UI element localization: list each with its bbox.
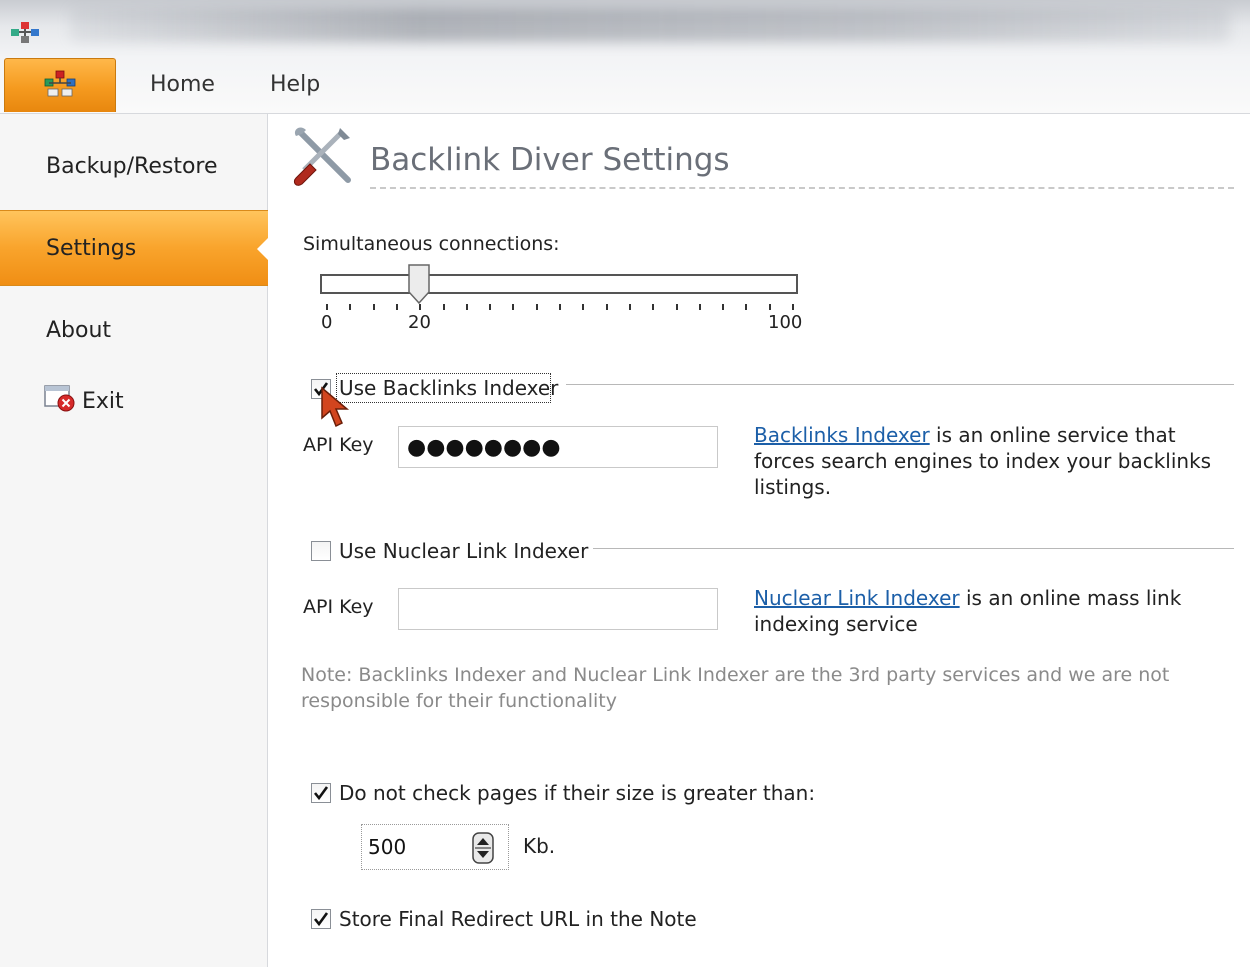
sidebar: Backup/Restore Settings About Exit bbox=[0, 114, 269, 967]
slider-tick bbox=[466, 304, 468, 310]
store-redirect-checkbox[interactable] bbox=[311, 909, 331, 929]
slider-max-label: 100 bbox=[768, 312, 803, 333]
exit-label: Exit bbox=[82, 388, 124, 414]
check-icon bbox=[313, 786, 329, 801]
slider-tick bbox=[652, 304, 654, 310]
nuclear-indexer-info: Nuclear Link Indexer is an online mass l… bbox=[754, 585, 1194, 637]
tools-icon bbox=[290, 126, 354, 192]
title-divider bbox=[370, 187, 1234, 189]
size-limit-spinbox[interactable]: 500 bbox=[361, 824, 509, 870]
page-title: Backlink Diver Settings bbox=[370, 142, 730, 178]
slider-tick bbox=[396, 304, 398, 310]
slider-tick bbox=[745, 304, 747, 310]
slider-value-label: 20 bbox=[408, 312, 431, 333]
network-nodes-icon bbox=[8, 20, 42, 52]
sidebar-item-backup-restore[interactable]: Backup/Restore bbox=[0, 128, 268, 204]
slider-tick bbox=[489, 304, 491, 310]
tab-help[interactable]: Help bbox=[270, 72, 320, 97]
slider-tick bbox=[629, 304, 631, 310]
sidebar-item-label: Backup/Restore bbox=[46, 153, 218, 179]
backlinks-indexer-link[interactable]: Backlinks Indexer bbox=[754, 423, 930, 447]
slider-min-label: 0 bbox=[321, 312, 333, 333]
slider-tick bbox=[419, 304, 421, 310]
title-bar bbox=[0, 0, 1250, 58]
settings-panel: Backlink Diver Settings Simultaneous con… bbox=[268, 114, 1250, 967]
backlinks-indexer-label[interactable]: Use Backlinks Indexer bbox=[339, 376, 558, 400]
sidebar-item-label: About bbox=[46, 317, 112, 343]
slider-tick bbox=[536, 304, 538, 310]
backlinks-api-key-label: API Key bbox=[303, 434, 374, 456]
nuclear-indexer-label[interactable]: Use Nuclear Link Indexer bbox=[339, 539, 588, 563]
slider-tick bbox=[373, 304, 375, 310]
slider-tick bbox=[443, 304, 445, 310]
exit-window-icon bbox=[44, 384, 76, 418]
slider-tick bbox=[582, 304, 584, 310]
ribbon-tab-bar: Home Help bbox=[0, 58, 1250, 114]
size-limit-checkbox[interactable] bbox=[311, 783, 331, 803]
slider-tick bbox=[699, 304, 701, 310]
slider-tick bbox=[559, 304, 561, 310]
store-redirect-label[interactable]: Store Final Redirect URL in the Note bbox=[339, 907, 697, 931]
slider-tick bbox=[349, 304, 351, 310]
check-icon bbox=[313, 912, 329, 927]
connections-label: Simultaneous connections: bbox=[303, 233, 560, 255]
sidebar-item-exit[interactable]: Exit bbox=[44, 384, 124, 418]
network-nodes-icon bbox=[42, 69, 78, 103]
group-divider bbox=[566, 384, 1234, 385]
group-divider bbox=[593, 548, 1234, 549]
size-unit-label: Kb. bbox=[523, 834, 556, 858]
size-limit-label[interactable]: Do not check pages if their size is grea… bbox=[339, 781, 815, 805]
slider-tick bbox=[606, 304, 608, 310]
nuclear-api-key-label: API Key bbox=[303, 596, 374, 618]
backlinks-api-key-input[interactable]: ●●●●●●●● bbox=[398, 426, 718, 468]
backlinks-indexer-info: Backlinks Indexer is an online service t… bbox=[754, 422, 1224, 500]
nuclear-indexer-checkbox[interactable] bbox=[311, 541, 331, 561]
slider-tick bbox=[722, 304, 724, 310]
slider-tick bbox=[512, 304, 514, 310]
nuclear-indexer-link[interactable]: Nuclear Link Indexer bbox=[754, 586, 960, 610]
slider-tick bbox=[792, 304, 794, 310]
sidebar-item-label: Settings bbox=[46, 235, 137, 261]
slider-ticks bbox=[326, 304, 794, 312]
slider-tick bbox=[326, 304, 328, 310]
spin-up-down-icon[interactable] bbox=[472, 832, 494, 864]
connections-slider-track[interactable] bbox=[320, 274, 798, 294]
window-title-blurred bbox=[70, 8, 1230, 42]
connections-slider-thumb[interactable] bbox=[408, 264, 430, 305]
sidebar-item-settings[interactable]: Settings bbox=[0, 210, 269, 286]
third-party-note: Note: Backlinks Indexer and Nuclear Link… bbox=[301, 664, 1170, 712]
size-limit-value[interactable]: 500 bbox=[368, 835, 406, 859]
mouse-pointer-icon bbox=[320, 386, 354, 436]
tab-home[interactable]: Home bbox=[150, 72, 215, 97]
sidebar-item-about[interactable]: About bbox=[0, 292, 268, 368]
slider-tick bbox=[769, 304, 771, 310]
application-menu-button[interactable] bbox=[4, 58, 116, 112]
nuclear-api-key-input[interactable] bbox=[398, 588, 718, 630]
slider-tick bbox=[676, 304, 678, 310]
